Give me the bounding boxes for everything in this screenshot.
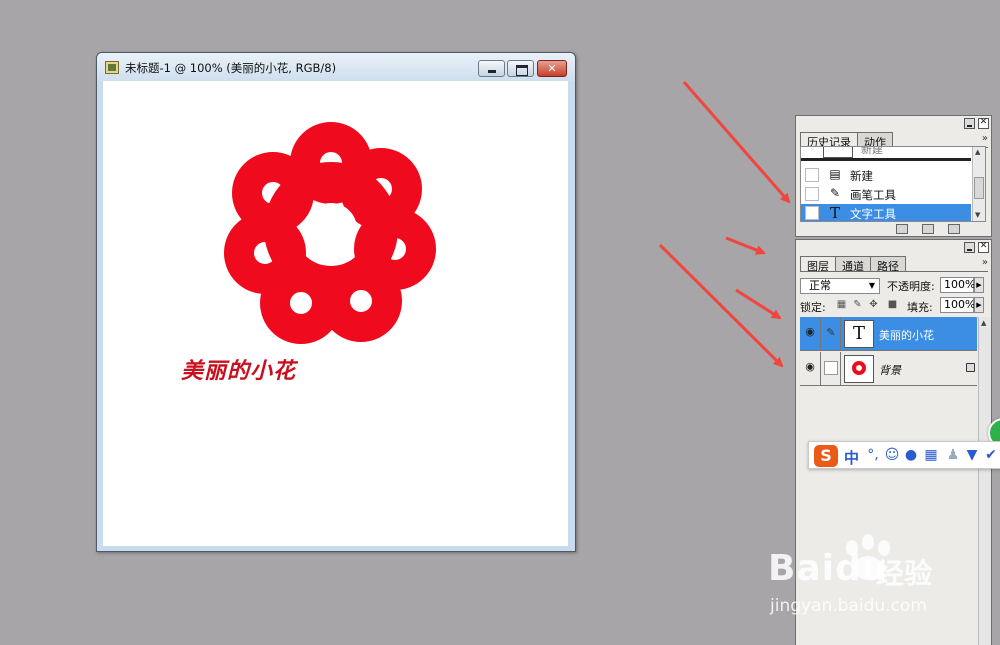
brush-icon[interactable]: ✎ xyxy=(824,326,838,340)
lock-transparency-icon[interactable]: ▦ xyxy=(836,299,847,310)
blend-mode-select[interactable]: 正常 ▼ xyxy=(800,278,880,294)
ime-toolbar[interactable]: S 中 °, ☺ ● ▦ ♟ ▼ ✔ xyxy=(808,441,1000,469)
fill-label: 填充: xyxy=(907,301,933,314)
history-item[interactable]: ▤ 新建 xyxy=(801,166,971,185)
wrench-icon[interactable]: ✔ xyxy=(983,447,999,463)
flower-thumbnail-icon xyxy=(852,361,866,375)
history-item[interactable]: ✎ 画笔工具 xyxy=(801,185,971,204)
lock-all-icon[interactable]: ■ xyxy=(887,299,898,310)
sogou-logo-icon[interactable]: S xyxy=(814,445,838,467)
history-scrollbar[interactable]: ▲ ▼ xyxy=(972,147,985,221)
lock-image-icon[interactable]: ✎ xyxy=(852,299,863,310)
scroll-up-icon[interactable]: ▲ xyxy=(975,148,980,156)
user-icon[interactable]: ♟ xyxy=(945,447,961,463)
opacity-field[interactable]: 100% xyxy=(940,277,975,293)
fill-slider-button[interactable]: ▶ xyxy=(974,297,984,313)
link-box[interactable] xyxy=(824,361,838,375)
watermark-brand-cn: 经验 xyxy=(876,557,933,590)
lock-label: 锁定: xyxy=(800,301,826,314)
arrow-to-text-layer xyxy=(735,288,782,320)
history-checkbox[interactable] xyxy=(805,206,819,220)
close-icon: ✕ xyxy=(979,117,988,127)
opacity-label: 不透明度: xyxy=(887,280,935,293)
column-divider xyxy=(820,352,821,386)
panel-close-button[interactable]: ✕ xyxy=(978,117,989,129)
panel-menu-icon[interactable]: » xyxy=(982,133,988,144)
tab-paths[interactable]: 路径 xyxy=(870,256,906,273)
history-panel[interactable]: ✕ 历史记录 动作 » 新建 ▤ 新建 ✎ 画笔工具 T 文字工具 ▲ ▼ xyxy=(795,115,992,237)
scroll-thumb[interactable] xyxy=(974,177,984,199)
layer-row-text[interactable]: ◉ ✎ T 美丽的小花 xyxy=(800,317,977,351)
layers-list[interactable]: ◉ ✎ T 美丽的小花 ◉ 背景 xyxy=(800,317,977,387)
watermark-url: jingyan.baidu.com xyxy=(770,596,927,616)
scroll-down-icon[interactable]: ▼ xyxy=(975,211,980,219)
new-snapshot-icon[interactable] xyxy=(922,224,934,234)
document-icon: ▤ xyxy=(829,167,841,181)
background-layer-thumbnail xyxy=(844,355,874,383)
tab-channels[interactable]: 通道 xyxy=(835,256,871,273)
layer-row-background[interactable]: ◉ 背景 xyxy=(800,352,977,386)
tab-divider xyxy=(800,271,988,272)
skin-shirt-icon[interactable]: ▼ xyxy=(964,447,980,463)
layer-name[interactable]: 背景 xyxy=(879,362,901,378)
watermark-brand: Baidu xyxy=(768,548,889,589)
snapshot-label: 新建 xyxy=(861,146,883,156)
tab-layers[interactable]: 图层 xyxy=(800,256,836,273)
history-item-label: 画笔工具 xyxy=(850,188,896,202)
type-tool-icon: T xyxy=(829,204,840,222)
trash-icon[interactable] xyxy=(948,224,960,234)
layer-name[interactable]: 美丽的小花 xyxy=(879,327,934,343)
column-divider xyxy=(840,352,841,386)
ime-mode-chinese[interactable]: 中 xyxy=(844,447,859,468)
scroll-up-icon[interactable]: ▲ xyxy=(981,319,986,327)
panel-minimize-button[interactable] xyxy=(964,242,975,253)
brush-icon: ✎ xyxy=(829,186,841,200)
close-icon: ✕ xyxy=(979,241,988,251)
panel-close-button[interactable]: ✕ xyxy=(978,241,989,253)
column-divider xyxy=(840,317,841,351)
chevron-down-icon: ▼ xyxy=(868,281,875,290)
snapshot-thumbnail xyxy=(823,147,853,158)
baidu-watermark: Baidu 经验 jingyan.baidu.com xyxy=(768,534,998,630)
column-divider xyxy=(820,317,821,351)
history-item-selected[interactable]: T 文字工具 xyxy=(801,204,971,222)
opacity-slider-button[interactable]: ▶ xyxy=(974,277,984,293)
panel-menu-icon[interactable]: » xyxy=(982,257,988,268)
emoji-icon[interactable]: ☺ xyxy=(884,447,900,463)
panel-minimize-button[interactable] xyxy=(964,118,975,129)
new-document-from-state-icon[interactable] xyxy=(896,224,908,234)
history-item-label: 文字工具 xyxy=(850,207,896,221)
arrow-to-layer-tabs xyxy=(725,236,766,255)
fill-field[interactable]: 100% xyxy=(940,297,975,313)
eye-icon[interactable]: ◉ xyxy=(803,325,817,339)
keyboard-icon[interactable]: ▦ xyxy=(923,447,939,463)
blend-mode-value: 正常 xyxy=(809,279,831,292)
eye-icon[interactable]: ◉ xyxy=(803,360,817,374)
arrow-to-background-layer xyxy=(658,243,784,368)
history-toolbar xyxy=(896,224,960,234)
text-layer-thumbnail-icon: T xyxy=(844,320,874,348)
punctuation-icon[interactable]: °, xyxy=(865,447,881,463)
history-checkbox[interactable] xyxy=(805,187,819,201)
lock-icon xyxy=(966,363,975,372)
history-list[interactable]: 新建 ▤ 新建 ✎ 画笔工具 T 文字工具 ▲ ▼ xyxy=(800,146,986,222)
history-checkbox[interactable] xyxy=(805,168,819,182)
lock-position-icon[interactable]: ✥ xyxy=(868,299,879,310)
microphone-icon[interactable]: ● xyxy=(903,447,919,463)
arrow-to-history xyxy=(682,81,791,204)
history-snapshot[interactable]: 新建 xyxy=(801,147,971,161)
history-item-label: 新建 xyxy=(850,169,873,183)
